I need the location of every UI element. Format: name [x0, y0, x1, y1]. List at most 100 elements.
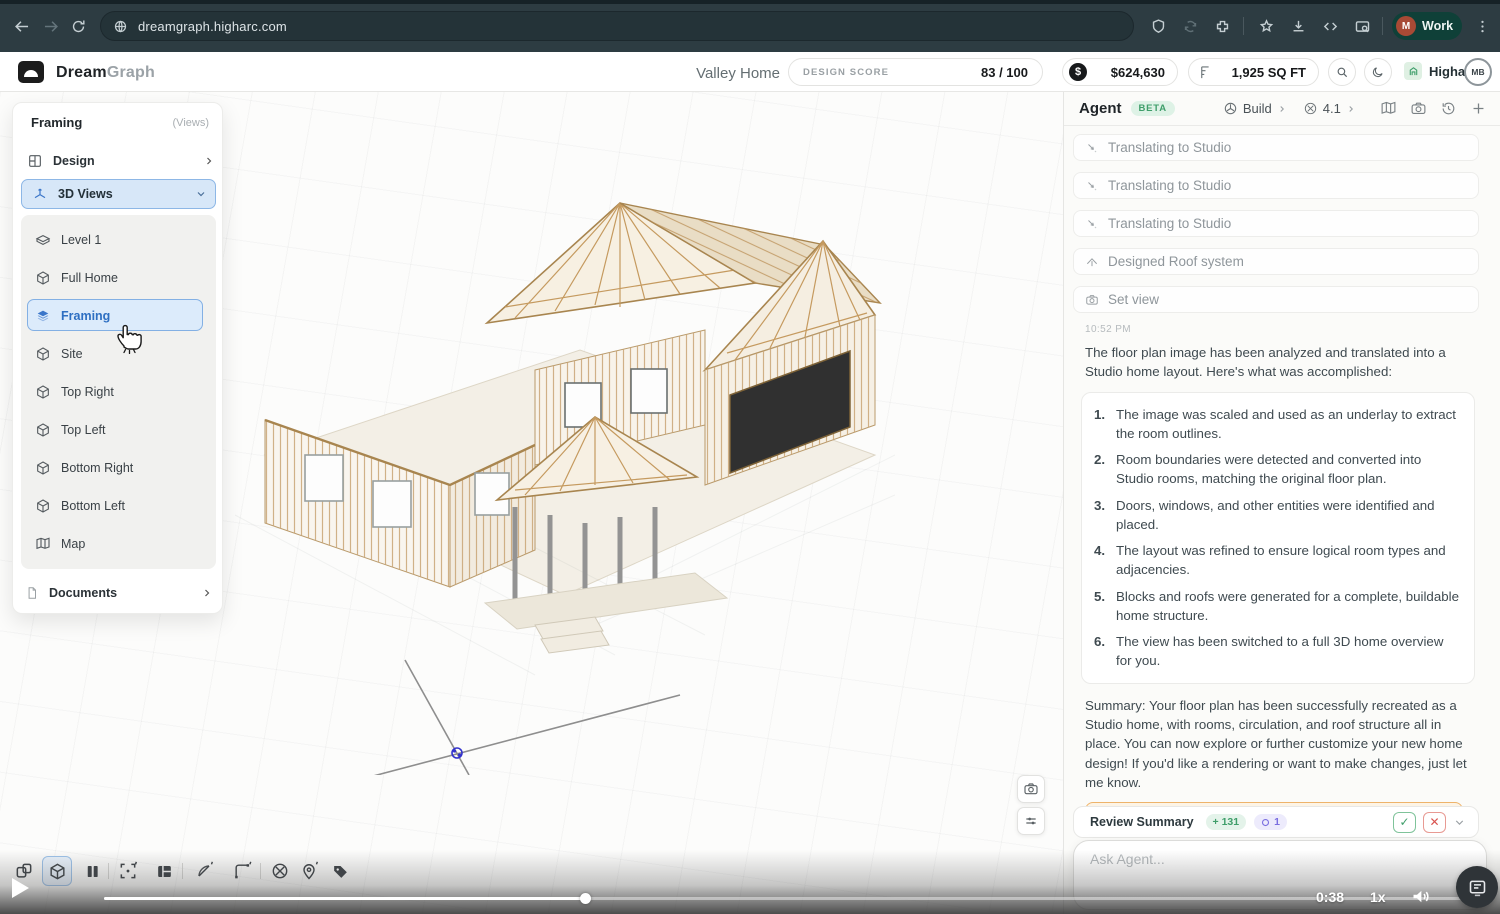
url-text: dreamgraph.higharc.com — [138, 19, 287, 34]
screenshot-tool-icon[interactable] — [1350, 14, 1374, 38]
cube-icon — [35, 384, 51, 400]
location-pin-icon[interactable] — [297, 859, 321, 883]
design-score-label: DESIGN SCORE — [803, 67, 889, 78]
roof-gable-main — [487, 203, 755, 323]
chevron-right-icon — [1277, 104, 1287, 114]
map-icon — [35, 536, 51, 552]
search-button[interactable] — [1328, 58, 1356, 86]
step-item: 4.The layout was refined to ensure logic… — [1094, 541, 1460, 580]
circle-icon — [1261, 818, 1270, 827]
agent-panel-header: Agent BETA Build 4.1 — [1064, 92, 1500, 126]
review-summary-label: Review Summary — [1090, 815, 1194, 829]
origin-axes — [290, 660, 680, 775]
zoom-fit-icon[interactable] — [116, 859, 140, 883]
step-number: 1. — [1094, 405, 1109, 444]
view-item-full-home[interactable]: Full Home — [35, 263, 205, 293]
build-icon — [1223, 101, 1238, 116]
agent-action-card[interactable]: Designed Roof system — [1073, 248, 1479, 275]
moon-icon — [1371, 65, 1385, 79]
collapse-chevron-icon[interactable] — [1453, 816, 1466, 829]
agent-steps-list: 1.The image was scaled and used as an un… — [1081, 392, 1475, 684]
view-item-bottom-right[interactable]: Bottom Right — [35, 453, 205, 483]
3d-axis-icon — [32, 186, 48, 202]
cube-3d-icon[interactable] — [45, 859, 69, 883]
action-label: Translating to Studio — [1108, 216, 1231, 231]
view-settings-button[interactable] — [1017, 807, 1045, 835]
profile-avatar: M — [1396, 16, 1416, 36]
browser-menu-kebab-icon[interactable] — [1470, 14, 1494, 38]
video-speed-button[interactable]: 1x — [1370, 889, 1386, 905]
step-item: 5.Blocks and roofs were generated for a … — [1094, 587, 1460, 626]
devtools-code-icon[interactable] — [1318, 14, 1342, 38]
reject-button[interactable]: ✕ — [1423, 812, 1446, 833]
browser-forward-icon[interactable] — [38, 14, 62, 38]
agent-action-card[interactable]: Translating to Studio — [1073, 134, 1479, 161]
transform-arrow-icon — [1085, 217, 1099, 231]
design-icon — [27, 153, 43, 169]
sidebar-item-design[interactable]: Design — [23, 147, 215, 175]
site-info-icon[interactable] — [113, 19, 128, 34]
layers-icon — [35, 308, 51, 324]
view-item-label: Bottom Right — [61, 461, 133, 475]
chevron-right-icon — [203, 155, 215, 167]
area-pill[interactable]: 1,925 SQ FT — [1188, 58, 1319, 86]
new-chat-plus-icon[interactable] — [1470, 100, 1487, 117]
brand-name: DreamGraph — [56, 64, 155, 82]
camera-icon[interactable] — [1410, 100, 1427, 117]
layout-panels-icon[interactable] — [152, 859, 176, 883]
downloads-icon[interactable] — [1286, 14, 1310, 38]
agent-conversation: Translating to Studio Translating to Stu… — [1073, 134, 1479, 828]
browser-profile-button[interactable]: M Work — [1392, 12, 1462, 40]
browser-back-icon[interactable] — [10, 14, 34, 38]
video-progress-knob[interactable] — [580, 893, 591, 904]
design-score-pill[interactable]: DESIGN SCORE 83 / 100 — [788, 58, 1043, 86]
3d-views-label: 3D Views — [58, 187, 113, 201]
theme-toggle-button[interactable] — [1364, 58, 1392, 86]
project-name: Valley Home — [640, 65, 780, 82]
build-selector[interactable]: Build — [1223, 101, 1287, 116]
address-bar[interactable]: dreamgraph.higharc.com — [100, 11, 1134, 41]
user-avatar[interactable]: MB — [1464, 58, 1492, 86]
roof-icon — [1085, 255, 1099, 269]
view-item-top-left[interactable]: Top Left — [35, 415, 205, 445]
views-list: Level 1 Full Home Framing Site Top Right… — [21, 215, 216, 569]
step-item: 3.Doors, windows, and other entities wer… — [1094, 496, 1460, 535]
step-text: The image was scaled and used as an unde… — [1116, 405, 1460, 444]
sidebar-item-3d-views[interactable]: 3D Views — [21, 179, 216, 209]
area-value: 1,925 SQ FT — [1232, 65, 1306, 80]
toolbar-divider — [182, 863, 183, 879]
dreamgraph-logo-icon[interactable] — [18, 61, 44, 83]
agent-action-card[interactable]: Translating to Studio — [1073, 210, 1479, 237]
extensions-puzzle-icon[interactable] — [1210, 14, 1234, 38]
view-item-map[interactable]: Map — [35, 529, 205, 559]
extension-shield-icon[interactable] — [1146, 14, 1170, 38]
history-icon[interactable] — [1440, 100, 1457, 117]
rect-select-icon[interactable] — [230, 859, 254, 883]
agent-action-card[interactable]: Translating to Studio — [1073, 172, 1479, 199]
bookmark-star-icon[interactable] — [1254, 14, 1278, 38]
circle-count-value: 1 — [1274, 816, 1280, 828]
browser-reload-icon[interactable] — [66, 14, 90, 38]
review-summary-bar[interactable]: Review Summary + 131 1 ✓ ✕ — [1073, 806, 1479, 838]
design-score-value: 83 / 100 — [981, 65, 1028, 80]
ask-agent-input[interactable] — [1090, 851, 1460, 867]
map-view-icon[interactable] — [1380, 100, 1397, 117]
sidebar-item-documents[interactable]: Documents — [25, 579, 213, 607]
video-play-button[interactable] — [12, 878, 29, 898]
tag-label-icon[interactable] — [328, 859, 352, 883]
volume-icon[interactable] — [1410, 886, 1431, 907]
approve-button[interactable]: ✓ — [1393, 812, 1416, 833]
view-item-bottom-left[interactable]: Bottom Left — [35, 491, 205, 521]
angle-measure-icon[interactable] — [192, 859, 216, 883]
view-item-label: Top Right — [61, 385, 114, 399]
agent-action-card[interactable]: Set view — [1073, 286, 1479, 313]
view-item-top-right[interactable]: Top Right — [35, 377, 205, 407]
split-columns-icon[interactable] — [80, 859, 104, 883]
snapshot-button[interactable] — [1017, 775, 1045, 803]
model-selector[interactable]: 4.1 — [1303, 101, 1356, 116]
view-item-level-1[interactable]: Level 1 — [35, 225, 205, 255]
section-cut-icon[interactable] — [268, 859, 292, 883]
screen-capture-button[interactable] — [1456, 866, 1498, 908]
price-pill[interactable]: $ $624,630 — [1062, 58, 1178, 86]
extension-recycle-icon[interactable] — [1178, 14, 1202, 38]
